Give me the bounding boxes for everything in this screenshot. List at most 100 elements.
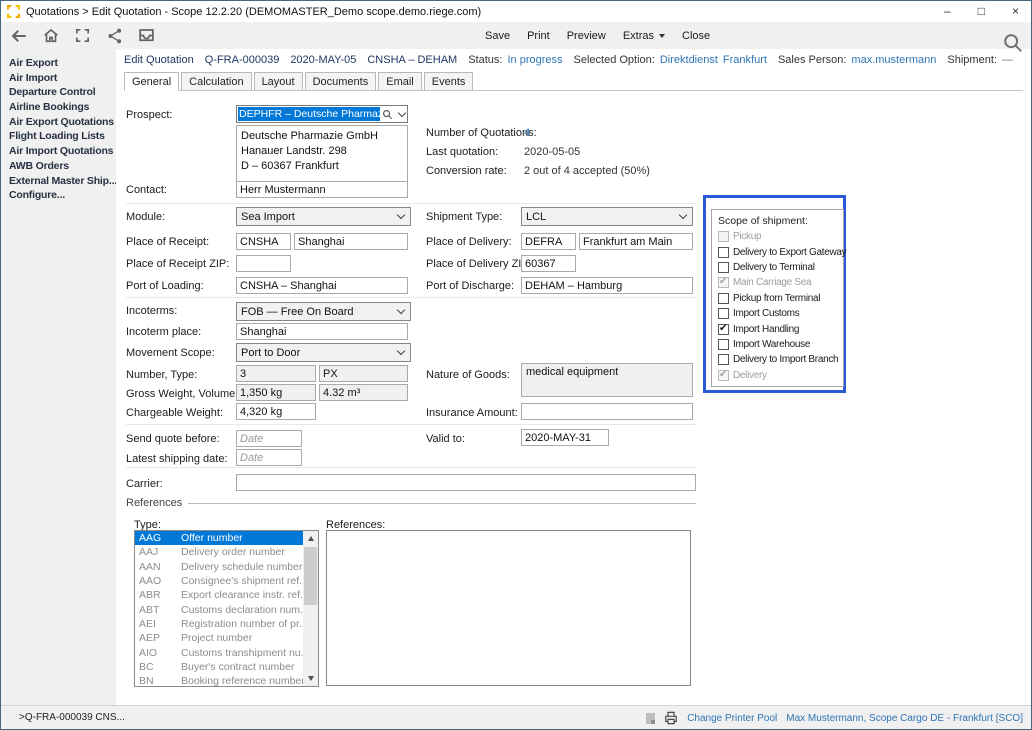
last-quotation-label: Last quotation: bbox=[426, 146, 498, 158]
checkbox-delivery-to-terminal[interactable]: Delivery to Terminal bbox=[718, 260, 843, 275]
place-of-delivery-code-input[interactable] bbox=[521, 233, 576, 250]
type-row-aao[interactable]: AAOConsignee's shipment ref... bbox=[135, 574, 303, 588]
checkbox-delivery: Delivery bbox=[718, 368, 843, 383]
tab-events[interactable]: Events bbox=[424, 72, 474, 90]
preview-button[interactable]: Preview bbox=[567, 30, 606, 42]
type-row-abt[interactable]: ABTCustoms declaration num... bbox=[135, 602, 303, 616]
type-row-aei[interactable]: AEIRegistration number of pr... bbox=[135, 617, 303, 631]
type-row-bn[interactable]: BNBooking reference number bbox=[135, 674, 303, 686]
checkbox-import-warehouse[interactable]: Import Warehouse bbox=[718, 337, 843, 352]
minimize-button[interactable]: – bbox=[944, 1, 951, 22]
scrollbar[interactable] bbox=[303, 531, 318, 686]
sidebar-item-awb-orders[interactable]: AWB Orders bbox=[1, 158, 116, 173]
close-button[interactable]: × bbox=[1012, 1, 1019, 22]
search-icon[interactable] bbox=[382, 109, 393, 120]
extras-menu-button[interactable]: Extras bbox=[623, 30, 665, 42]
chevron-down-icon bbox=[659, 34, 665, 38]
scrollbar-thumb[interactable] bbox=[304, 547, 317, 605]
maximize-button[interactable]: □ bbox=[978, 1, 985, 22]
inbox-icon[interactable] bbox=[137, 26, 156, 45]
type-row-bc[interactable]: BCBuyer's contract number bbox=[135, 660, 303, 674]
checkbox-import-handling[interactable]: Import Handling bbox=[718, 321, 843, 336]
port-of-loading-input[interactable] bbox=[236, 277, 408, 294]
status-value[interactable]: In progress bbox=[507, 54, 562, 66]
selected-option-value[interactable]: Direktdienst bbox=[660, 54, 718, 66]
type-row-aio[interactable]: AIOCustoms transhipment nu... bbox=[135, 645, 303, 659]
sidebar-item-configure[interactable]: Configure... bbox=[1, 187, 116, 202]
checkbox-icon[interactable] bbox=[718, 247, 729, 258]
back-icon[interactable] bbox=[9, 26, 28, 45]
sidebar-item-air-import[interactable]: Air Import bbox=[1, 70, 116, 85]
contact-input[interactable] bbox=[236, 181, 408, 198]
sidebar-item-air-import-quotations[interactable]: Air Import Quotations bbox=[1, 143, 116, 158]
checkbox-icon[interactable] bbox=[718, 339, 729, 350]
checkbox-icon[interactable] bbox=[718, 354, 729, 365]
search-icon[interactable] bbox=[1002, 32, 1024, 59]
place-of-receipt-name-input[interactable] bbox=[294, 233, 408, 250]
references-textarea[interactable] bbox=[326, 530, 691, 686]
reference-type-list[interactable]: AAGOffer number AAJDelivery order number… bbox=[134, 530, 319, 687]
save-button[interactable]: Save bbox=[485, 30, 510, 42]
send-quote-before-input[interactable] bbox=[236, 430, 302, 447]
printer-icon[interactable] bbox=[664, 711, 678, 725]
sidebar-item-external-master-ship[interactable]: External Master Ship... bbox=[1, 173, 116, 188]
checkbox-icon[interactable] bbox=[718, 324, 729, 335]
place-of-delivery-name-input[interactable] bbox=[579, 233, 693, 250]
sidebar-item-air-export-quotations[interactable]: Air Export Quotations bbox=[1, 114, 116, 129]
type-row-aaj[interactable]: AAJDelivery order number bbox=[135, 545, 303, 559]
print-button[interactable]: Print bbox=[527, 30, 550, 42]
chargeable-weight-input[interactable] bbox=[236, 403, 316, 420]
tab-calculation[interactable]: Calculation bbox=[181, 72, 251, 90]
checkbox-import-customs[interactable]: Import Customs bbox=[718, 306, 843, 321]
quotation-route: CNSHA – DEHAM bbox=[367, 54, 457, 66]
scroll-down-icon[interactable] bbox=[303, 671, 318, 686]
checkbox-icon[interactable] bbox=[718, 308, 729, 319]
port-of-discharge-input[interactable] bbox=[521, 277, 693, 294]
current-user-link[interactable]: Max Mustermann, Scope Cargo DE - Frankfu… bbox=[786, 713, 1023, 724]
place-of-delivery-zip-input[interactable] bbox=[521, 255, 576, 272]
tab-email[interactable]: Email bbox=[378, 72, 422, 90]
prospect-combobox[interactable]: DEPHFR – Deutsche Pharmazie GmbH bbox=[236, 105, 408, 123]
close-view-button[interactable]: Close bbox=[682, 30, 710, 42]
fullscreen-icon[interactable] bbox=[73, 26, 92, 45]
selected-option-branch[interactable]: Frankfurt bbox=[723, 54, 767, 66]
sidebar-item-air-export[interactable]: Air Export bbox=[1, 55, 116, 70]
tab-general[interactable]: General bbox=[124, 72, 179, 91]
home-icon[interactable] bbox=[41, 26, 60, 45]
latest-shipping-date-input[interactable] bbox=[236, 449, 302, 466]
share-icon[interactable] bbox=[105, 26, 124, 45]
sidebar-item-flight-loading-lists[interactable]: Flight Loading Lists bbox=[1, 128, 116, 143]
selected-option-label: Selected Option: bbox=[574, 54, 655, 66]
type-row-aag[interactable]: AAGOffer number bbox=[135, 531, 303, 545]
chevron-down-icon[interactable] bbox=[398, 108, 406, 116]
shipment-type-select[interactable]: LCL bbox=[521, 207, 693, 226]
type-row-aan[interactable]: AANDelivery schedule number bbox=[135, 560, 303, 574]
carrier-input[interactable] bbox=[236, 474, 696, 491]
tab-layout[interactable]: Layout bbox=[254, 72, 303, 90]
incoterm-place-input[interactable] bbox=[236, 323, 408, 340]
place-of-delivery-zip-label: Place of Delivery ZIP: bbox=[426, 258, 532, 270]
type-row-aep[interactable]: AEPProject number bbox=[135, 631, 303, 645]
scroll-up-icon[interactable] bbox=[303, 531, 318, 546]
checkbox-icon[interactable] bbox=[718, 293, 729, 304]
sidebar-item-departure-control[interactable]: Departure Control bbox=[1, 84, 116, 99]
statusbar-quotation-ref[interactable]: >Q-FRA-000039 CNS... bbox=[19, 712, 125, 723]
module-select[interactable]: Sea Import bbox=[236, 207, 411, 226]
note-icon[interactable] bbox=[646, 713, 655, 724]
place-of-receipt-zip-input[interactable] bbox=[236, 255, 291, 272]
place-of-receipt-code-input[interactable] bbox=[236, 233, 291, 250]
checkbox-pickup-from-terminal[interactable]: Pickup from Terminal bbox=[718, 291, 843, 306]
change-printer-pool-link[interactable]: Change Printer Pool bbox=[687, 713, 777, 724]
tab-documents[interactable]: Documents bbox=[305, 72, 377, 90]
checkbox-icon[interactable] bbox=[718, 262, 729, 273]
checkbox-delivery-to-export-gateway[interactable]: Delivery to Export Gateway bbox=[718, 244, 843, 259]
incoterms-select[interactable]: FOB — Free On Board bbox=[236, 302, 411, 321]
movement-scope-select[interactable]: Port to Door bbox=[236, 343, 411, 362]
checkbox-delivery-to-import-branch[interactable]: Delivery to Import Branch bbox=[718, 352, 843, 367]
insurance-amount-input[interactable] bbox=[521, 403, 693, 420]
valid-to-input[interactable] bbox=[521, 429, 609, 446]
number-of-quotations-value[interactable]: 4 bbox=[524, 127, 530, 139]
type-row-abr[interactable]: ABRExport clearance instr. ref.... bbox=[135, 588, 303, 602]
sidebar-item-airline-bookings[interactable]: Airline Bookings bbox=[1, 99, 116, 114]
sales-person-value[interactable]: max.mustermann bbox=[851, 54, 936, 66]
